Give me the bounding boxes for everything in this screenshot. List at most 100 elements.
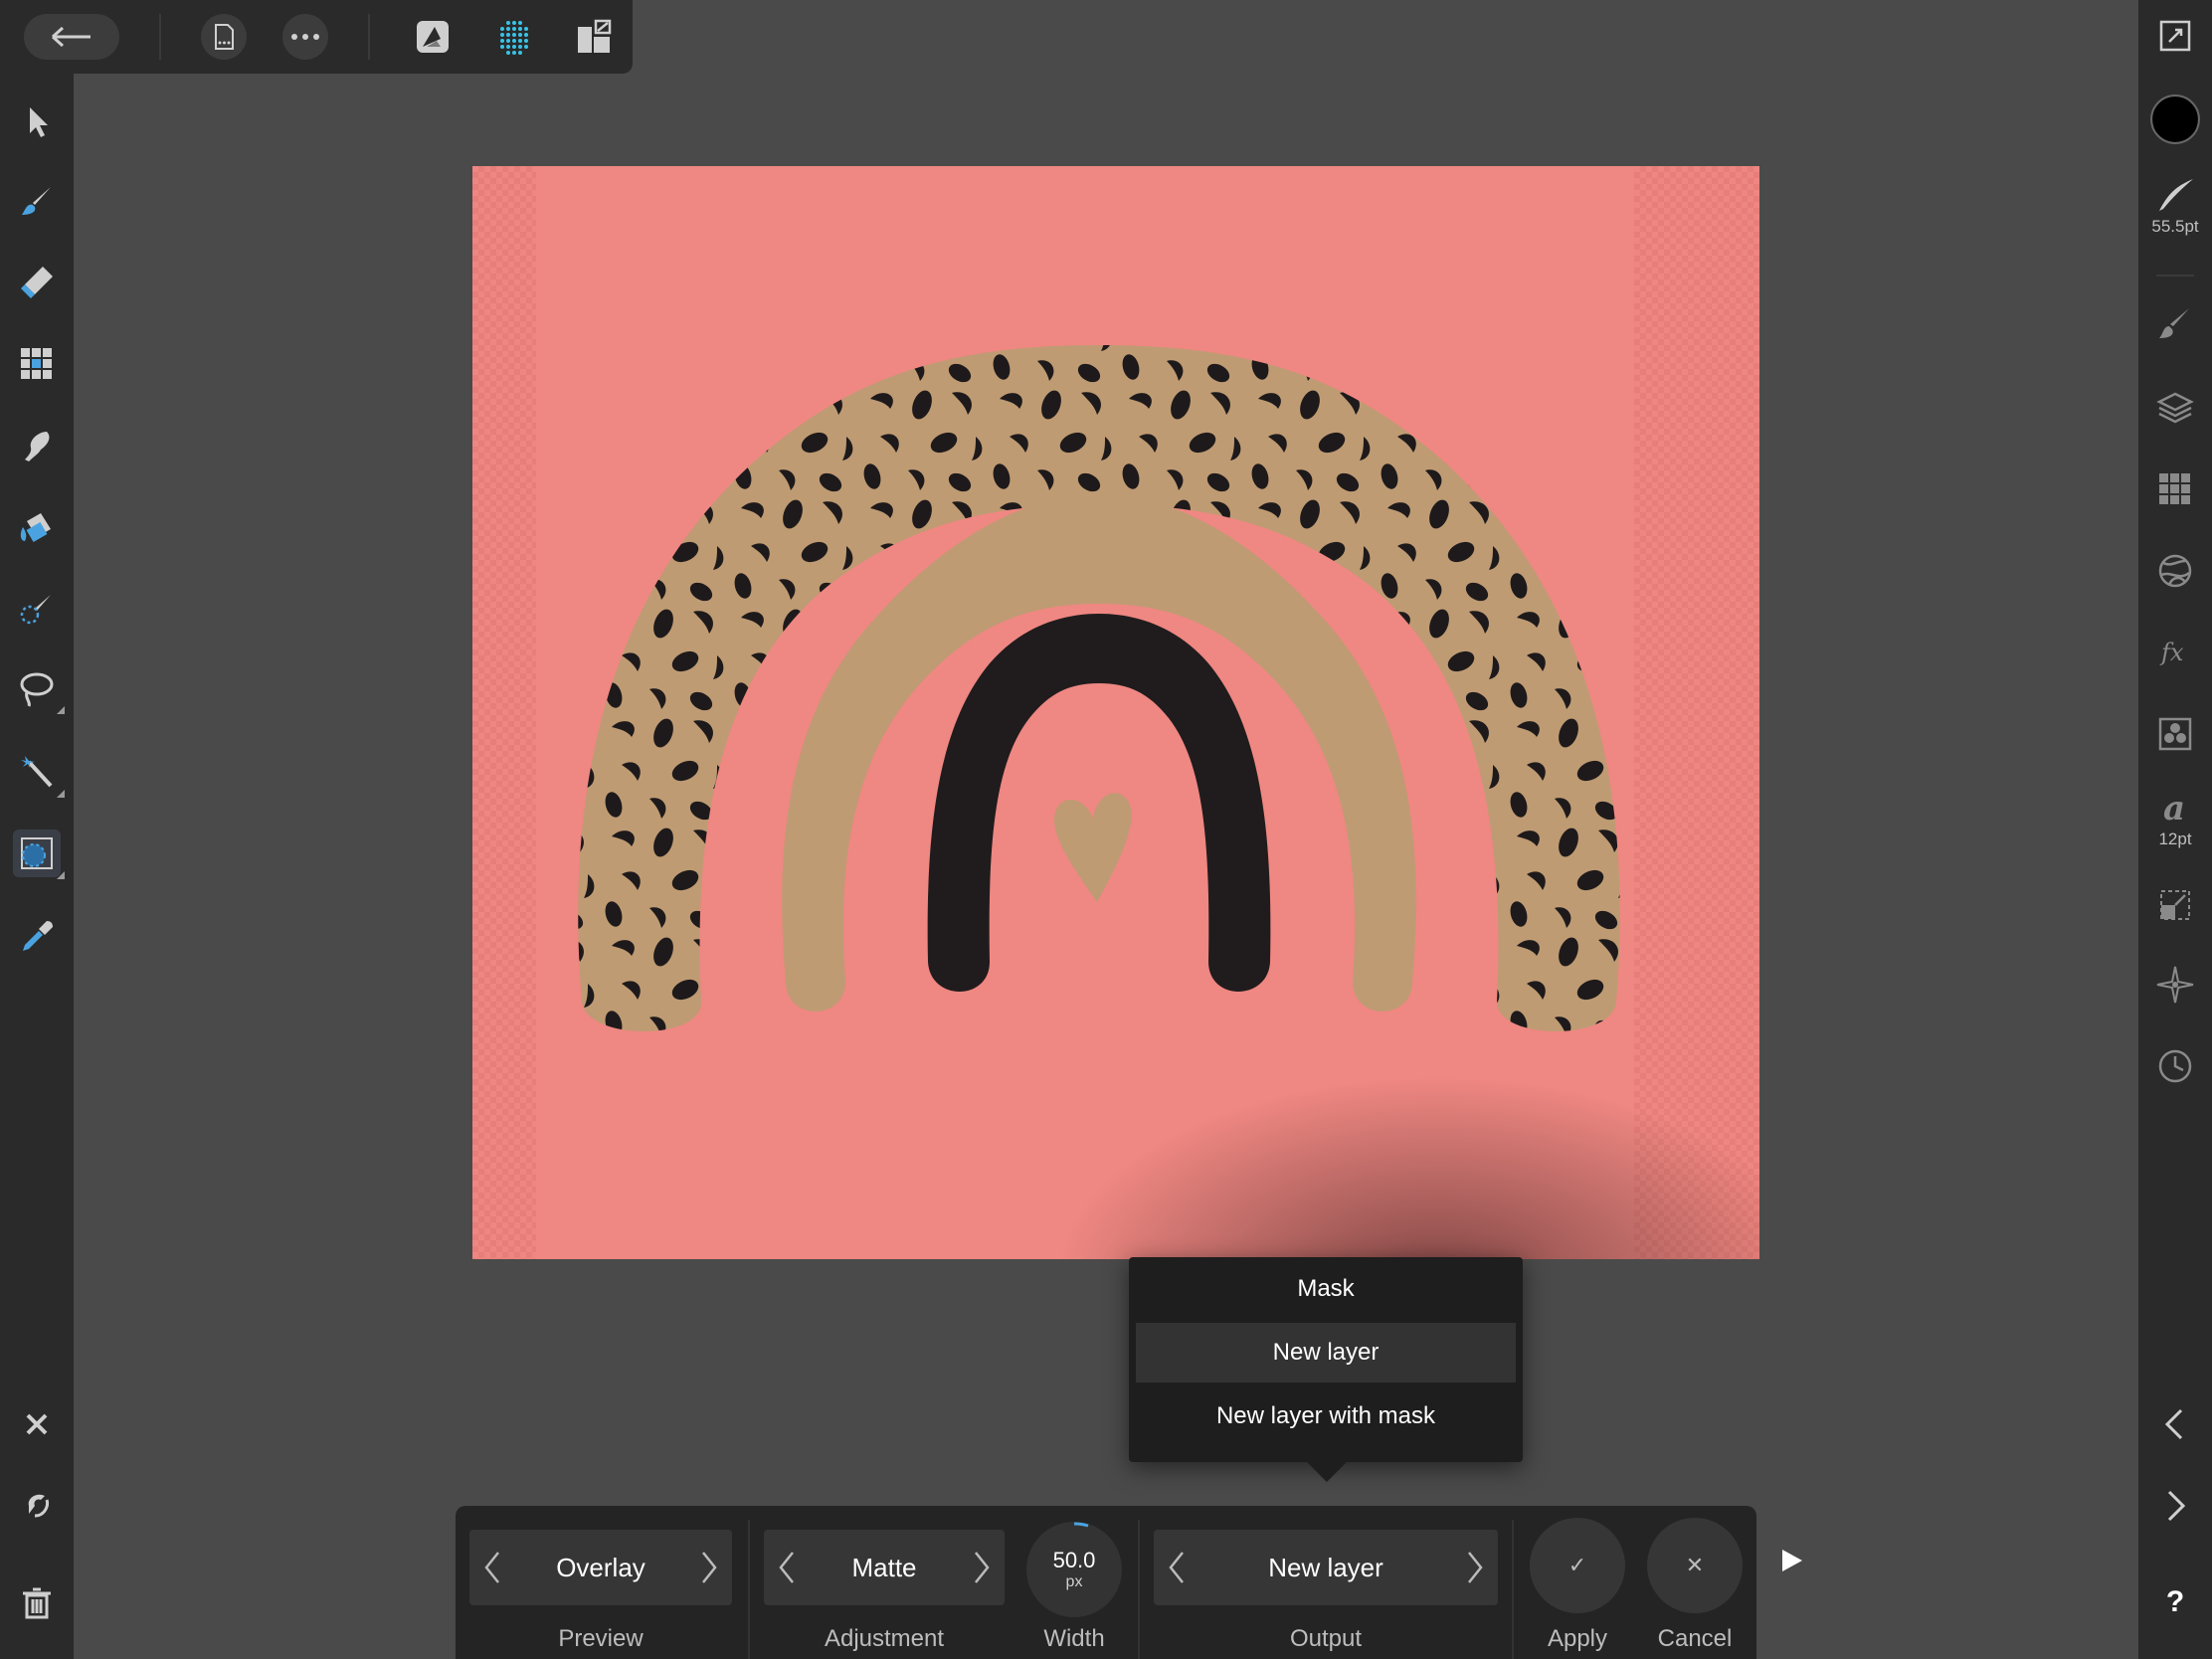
grid-icon [2159,473,2190,504]
back-arrow-icon [51,26,91,48]
pixel-tool-icon[interactable] [13,340,61,388]
adjustment-label: Adjustment [824,1625,945,1652]
color-swatch[interactable] [2138,93,2212,145]
apply-button[interactable]: ✓ [1530,1518,1625,1613]
brush-width-label: 55.5pt [2151,217,2199,236]
back-button[interactable] [24,14,119,60]
paint-brush-tool-icon[interactable] [13,177,61,225]
help-button[interactable]: ? [2138,1585,2212,1619]
menu-item-new-layer-with-mask[interactable]: New layer with mask [1136,1386,1516,1446]
cancel-x-icon: ✕ [1685,1553,1705,1577]
lasso-tool-icon[interactable] [13,664,65,714]
preview-value: Overlay [556,1552,645,1582]
chevron-left-icon[interactable] [1166,1548,1188,1587]
document-icon [215,24,234,50]
channels-panel-button[interactable] [2138,469,2212,509]
color-picker-tool-icon[interactable] [13,913,61,961]
menu-item-mask[interactable]: Mask [1136,1259,1516,1319]
document-canvas[interactable] [472,166,1759,1259]
chevron-right-icon [2167,1490,2186,1522]
adjustments-panel-button[interactable] [2138,551,2212,591]
output-stepper[interactable]: New layer [1154,1530,1498,1605]
undo-icon[interactable] [13,1482,61,1530]
divider [1138,1520,1140,1659]
brushes-panel-button[interactable] [2138,304,2212,344]
styles-icon [2158,717,2192,751]
transform-icon [2160,890,2190,920]
width-label: Width [1043,1625,1105,1652]
context-toolbar: Overlay Preview Matte Adjustment 50.0 px… [456,1506,1756,1659]
effects-panel-button[interactable]: fx [2138,633,2212,672]
menu-item-new-layer[interactable]: New layer [1136,1323,1516,1382]
ellipsis-icon [291,34,319,40]
menu-pointer [1305,1460,1349,1482]
adjustment-stepper[interactable]: Matte [764,1530,1005,1605]
pixel-persona-icon [500,21,528,55]
photo-persona-button[interactable] [408,12,458,62]
cancel-label: Cancel [1657,1625,1733,1652]
pixel-persona-button[interactable] [489,12,539,62]
compass-icon [2156,966,2194,1004]
fx-icon: fx [2159,639,2184,666]
color-circle-icon [2150,94,2200,144]
history-panel-button[interactable] [2138,1046,2212,1086]
svg-text:a: a [2163,789,2185,828]
chevron-right-icon[interactable] [1464,1548,1486,1587]
divider [1512,1520,1514,1659]
cancel-button[interactable]: ✕ [1647,1518,1743,1613]
top-toolbar [0,0,633,74]
move-tool-icon[interactable] [13,97,61,145]
play-triangle-icon [1782,1550,1802,1571]
chevron-left-icon[interactable] [481,1548,503,1587]
styles-panel-button[interactable] [2138,714,2212,754]
expand-toolbar-button[interactable] [1776,1546,1806,1575]
preview-stepper[interactable]: Overlay [469,1530,732,1605]
checkmark-icon: ✓ [1567,1553,1587,1577]
smudge-tool-icon[interactable] [13,422,61,469]
popup-shadow [990,1041,1759,1259]
adjustment-value: Matte [851,1552,917,1582]
right-toolbar: 55.5pt fx a 12pt ? [2138,0,2212,1659]
export-persona-icon [578,19,612,53]
transform-panel-button[interactable] [2138,885,2212,925]
chevron-left-icon[interactable] [776,1548,798,1587]
chevron-right-icon[interactable] [971,1548,993,1587]
navigator-panel-button[interactable] [2138,965,2212,1005]
selection-brush-tool-icon[interactable] [13,585,61,633]
magic-wand-tool-icon[interactable] [13,748,65,798]
apply-label: Apply [1547,1625,1608,1652]
flyout-indicator [57,706,65,714]
divider [748,1520,750,1659]
collapse-right-button[interactable] [2138,1486,2212,1526]
layers-panel-button[interactable] [2138,388,2212,428]
chevron-left-icon [2164,1408,2183,1440]
trash-icon[interactable] [13,1579,61,1627]
adjustments-icon [2158,554,2192,588]
font-size-label: 12pt [2158,830,2192,848]
brush-width-control[interactable]: 55.5pt [2138,175,2212,237]
clock-icon [2158,1049,2192,1083]
preview-label: Preview [558,1625,644,1652]
divider [368,14,370,60]
output-label: Output [1289,1625,1363,1652]
inpainting-tool-icon[interactable] [13,830,65,879]
more-options-button[interactable] [282,14,328,60]
flyout-indicator [57,790,65,798]
export-persona-button[interactable] [569,12,619,62]
fullscreen-icon [2159,20,2191,52]
help-label: ? [2165,1585,2185,1618]
divider [2156,275,2194,276]
text-icon: a [2163,789,2185,828]
text-styles-panel-button[interactable]: a 12pt [2138,788,2212,849]
eraser-tool-icon[interactable] [13,259,61,306]
collapse-left-button[interactable] [2138,1404,2212,1444]
layers-icon [2156,392,2194,424]
left-toolbar [0,0,74,1659]
close-icon[interactable] [13,1400,61,1448]
document-menu-button[interactable] [201,14,247,60]
fullscreen-button[interactable] [2138,16,2212,56]
fill-bucket-tool-icon[interactable] [13,503,61,551]
output-value: New layer [1268,1552,1383,1582]
svg-text:fx: fx [2159,639,2184,666]
chevron-right-icon[interactable] [698,1548,720,1587]
